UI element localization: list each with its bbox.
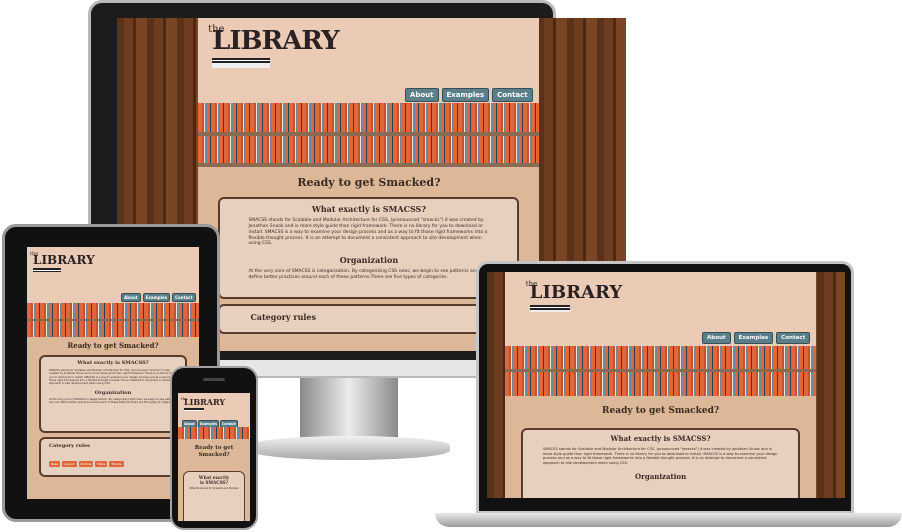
phone-what-title-line-2: is SMACSS? [199,480,229,486]
organization-title: Organization [635,471,687,481]
what-is-smacss-title: What exactly is SMACSS? [610,434,711,443]
logo-books-icon [33,268,61,272]
category-rules-card: Category rules [218,304,520,334]
main-nav: About Examples Contact [121,293,196,302]
what-is-smacss-card: What exactly is SMACSS? SMACSS stands fo… [520,428,801,498]
hero-title: Ready to get Smacked? [602,406,720,416]
shelf-divider [198,132,540,136]
main-nav: About Examples Contact [702,332,811,344]
logo-the: the [208,24,225,35]
what-is-smacss-title: What exactly is SMACSS? [188,475,240,485]
hero-title: Ready to get Smacked? [297,176,441,189]
category-layout-button[interactable]: Layout [62,461,77,467]
library-logo[interactable]: the LIBRARY [526,280,623,312]
what-is-smacss-card: What exactly is SMACSS? SMACSS stands fo… [218,197,520,299]
logo-the: the [525,280,538,288]
nav-examples[interactable]: Examples [733,332,774,344]
desktop-monitor-foot [250,436,450,460]
organization-body: At the very core of SMACSS is categoriza… [248,269,488,281]
what-is-smacss-card: What exactly is SMACSS? SMACSS stands fo… [39,355,187,433]
logo-word: LIBRARY [184,397,226,407]
phone-screen: the LIBRARY About Examples Contact Ready… [178,393,250,521]
shelf-divider [504,369,817,372]
organization-title: Organization [339,255,399,266]
library-logo[interactable]: the LIBRARY [208,24,340,68]
nav-contact[interactable]: Contact [172,293,196,302]
what-is-smacss-title: What exactly is SMACSS? [77,360,149,366]
what-is-smacss-body: SMACSS stands for Scalable and Modular A… [248,218,488,247]
category-buttons: Base Layout Module State Theme [49,461,177,467]
logo-word: LIBRARY [212,26,340,56]
what-is-smacss-title: What exactly is SMACSS? [311,204,427,214]
organization-title: Organization [94,389,132,396]
site-phone: the LIBRARY About Examples Contact Ready… [178,393,250,521]
page-container: the LIBRARY About Examples Contact Ready… [504,272,817,498]
hero-title-line-2: Smacked? [198,451,230,458]
logo-books-icon [529,305,570,312]
nav-contact[interactable]: Contact [492,88,533,102]
what-is-smacss-body: SMACSS stands for Scalable and Modular [189,487,239,491]
logo-word: LIBRARY [33,253,95,267]
logo-the: the [181,396,188,401]
category-rules-title: Category rules [250,312,317,322]
category-base-button[interactable]: Base [49,461,61,467]
bookshelf-banner [178,427,250,439]
main-nav: About Examples Contact [404,88,533,102]
hero-title-line-1: Ready to get [194,445,234,451]
logo-books-icon [212,58,271,68]
page-container: the LIBRARY About Examples Contact Ready… [178,393,250,521]
logo-books-icon [184,408,204,411]
logo-the: the [30,251,39,257]
what-is-smacss-body: SMACSS stands for Scalable and Modular A… [542,447,778,466]
nav-about[interactable]: About [702,332,731,344]
nav-about[interactable]: About [404,88,439,102]
category-state-button[interactable]: State [95,461,108,467]
desktop-monitor-stand [300,378,398,438]
category-rules-title: Category rules [49,443,90,449]
phone-speaker [203,378,225,381]
what-is-smacss-body: SMACSS stands for Scalable and Modular A… [49,369,175,386]
category-theme-button[interactable]: Theme [109,461,124,467]
nav-examples[interactable]: Examples [441,88,490,102]
shelf-divider [27,319,199,321]
content-area: Ready to get Smacked? What exactly is SM… [178,439,250,521]
category-rules-card: Category rules Base Layout Module State … [39,437,187,477]
content-area: Ready to get Smacked? What exactly is SM… [504,396,817,498]
nav-contact[interactable]: Contact [776,332,811,344]
library-logo[interactable]: the LIBRARY [181,396,226,411]
nav-examples[interactable]: Examples [142,293,171,302]
organization-body: At the very core of SMACSS is categoriza… [49,397,176,405]
what-is-smacss-card: What exactly is SMACSS? SMACSS stands fo… [183,471,245,521]
laptop-screen: the LIBRARY About Examples Contact Ready… [487,272,845,498]
hero-title: Ready to get Smacked? [178,445,250,458]
laptop-base [435,513,902,527]
library-logo[interactable]: the LIBRARY [30,251,95,272]
nav-about[interactable]: About [121,293,141,302]
hero-title: Ready to get Smacked? [67,341,159,350]
site-laptop: the LIBRARY About Examples Contact Ready… [487,272,845,498]
category-module-button[interactable]: Module [78,461,94,467]
logo-word: LIBRARY [529,282,623,303]
